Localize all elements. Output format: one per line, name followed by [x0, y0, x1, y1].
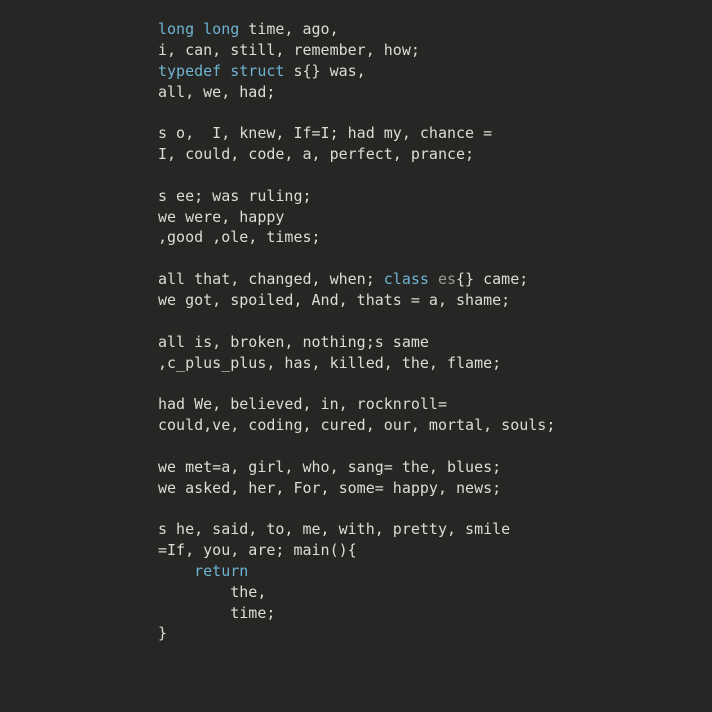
- code-token: {} came;: [456, 270, 529, 289]
- code-line: i, can, still, remember, how;: [158, 40, 555, 61]
- code-token: we got, spoiled, And, thats = a, shame;: [158, 290, 511, 309]
- code-line: all that, changed, when; class es{} came…: [158, 269, 555, 290]
- code-token: i, can, still, remember, how;: [158, 40, 420, 59]
- code-editor[interactable]: long long time, ago, i, can, still, remem…: [0, 0, 712, 712]
- code-line: had We, believed, in, rocknroll=: [158, 394, 555, 415]
- code-token: all is, broken, nothing;s same: [158, 332, 429, 351]
- keyword-token: return: [194, 561, 249, 580]
- code-token: we asked, her, For, some= happy, news;: [158, 478, 502, 497]
- keyword-token: long long: [158, 20, 240, 38]
- code-token: had We, believed, in, rocknroll=: [158, 395, 447, 414]
- code-token: ,good ,ole, times;: [158, 228, 321, 247]
- code-token: s{} was,: [284, 61, 366, 80]
- code-token: all, we, had;: [158, 82, 276, 101]
- code-line: all, we, had;: [158, 82, 555, 103]
- code-line: ,good ,ole, times;: [158, 227, 555, 248]
- keyword-token: typedef struct: [158, 61, 285, 80]
- code-token: we met=a, girl, who, sang= the, blues;: [158, 457, 502, 476]
- code-token: s ee; was ruling;: [158, 186, 312, 205]
- code-line: s ee; was ruling;: [158, 186, 555, 207]
- code-line: s o, I, knew, If=I; had my, chance =: [158, 123, 555, 144]
- code-token: s he, said, to, me, with, pretty, smile: [158, 520, 511, 539]
- code-token: we were, happy: [158, 207, 285, 226]
- code-token: time;: [158, 603, 276, 622]
- code-block: long long time, ago, i, can, still, remem…: [158, 19, 555, 644]
- code-line: time;: [158, 603, 555, 624]
- code-line: we met=a, girl, who, sang= the, blues;: [158, 457, 555, 478]
- code-line: we were, happy: [158, 207, 555, 228]
- code-line: we got, spoiled, And, thats = a, shame;: [158, 290, 555, 311]
- code-token: the,: [158, 582, 267, 601]
- code-token: s o, I, knew, If=I; had my, chance =: [158, 124, 493, 143]
- code-line: s he, said, to, me, with, pretty, smile: [158, 519, 555, 540]
- code-token: I, could, code, a, perfect, prance;: [158, 145, 475, 164]
- code-token: time, ago,: [239, 20, 339, 38]
- code-line: I, could, code, a, perfect, prance;: [158, 144, 555, 165]
- code-line: }: [158, 623, 555, 644]
- code-token: =If, you, are; main(){: [158, 541, 357, 560]
- keyword-token: class: [383, 270, 429, 289]
- code-token: could,ve, coding, cured, our, mortal, so…: [158, 416, 556, 435]
- code-line: we asked, her, For, some= happy, news;: [158, 478, 555, 499]
- code-token: all that, changed, when;: [158, 270, 384, 289]
- code-token: es: [428, 270, 457, 289]
- code-line: all is, broken, nothing;s same: [158, 332, 555, 353]
- code-line: typedef struct s{} was,: [158, 61, 555, 82]
- code-line: ,c_plus_plus, has, killed, the, flame;: [158, 353, 555, 374]
- code-token: }: [158, 624, 168, 643]
- code-line: long long time, ago,: [158, 19, 555, 40]
- code-line: =If, you, are; main(){: [158, 540, 555, 561]
- code-line: return: [158, 561, 555, 582]
- code-line: could,ve, coding, cured, our, mortal, so…: [158, 415, 555, 436]
- code-line: the,: [158, 582, 555, 603]
- code-token: ,c_plus_plus, has, killed, the, flame;: [158, 353, 502, 372]
